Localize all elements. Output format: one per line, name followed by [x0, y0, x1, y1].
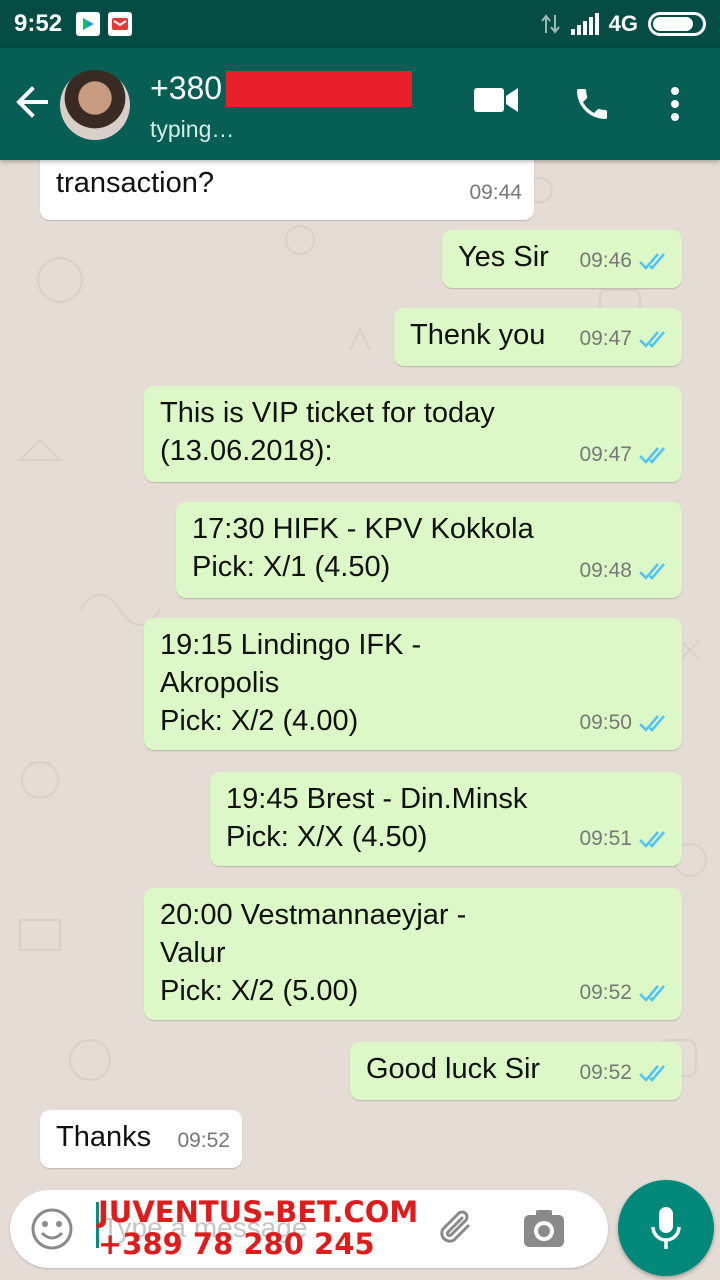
double-tick-icon — [639, 331, 665, 348]
status-bar: 9:52 4G — [0, 0, 720, 48]
message-text: 19:15 Lindingo IFK - Akropolis Pick: X/2… — [160, 629, 422, 737]
phone-icon[interactable] — [572, 84, 612, 129]
message-outgoing[interactable]: 19:45 Brest - Din.Minsk Pick: X/X (4.50)… — [210, 772, 682, 866]
message-outgoing[interactable]: Thenk you 09:47 — [394, 308, 682, 366]
double-tick-icon — [639, 253, 665, 270]
battery-icon — [648, 12, 706, 36]
video-call-icon[interactable] — [474, 84, 520, 121]
message-text: 19:45 Brest - Din.Minsk Pick: X/X (4.50) — [226, 783, 528, 853]
message-text: Yes Sir — [458, 241, 549, 273]
message-outgoing[interactable]: This is VIP ticket for today (13.06.2018… — [144, 386, 682, 482]
message-time: 09:52 — [579, 1061, 632, 1084]
message-outgoing[interactable]: Good luck Sir 09:52 — [350, 1042, 682, 1100]
double-tick-icon — [639, 1065, 665, 1082]
watermark-phone: +389 78 280 245 — [98, 1227, 375, 1261]
message-time: 09:52 — [579, 981, 632, 1004]
back-arrow-icon[interactable] — [14, 84, 50, 125]
chat-area[interactable]: Did you receive the transaction? 09:44 Y… — [0, 160, 720, 1190]
message-time: 09:48 — [579, 559, 632, 582]
message-text: Good luck Sir — [366, 1053, 541, 1085]
redaction-bar — [226, 70, 413, 107]
contact-title[interactable]: +380 — [150, 70, 413, 107]
chat-header: +380 typing… — [0, 48, 720, 160]
status-time: 9:52 — [14, 10, 63, 37]
message-time: 09:47 — [579, 443, 632, 466]
message-text: Did you receive the transaction? — [56, 160, 304, 199]
watermark-overlay: JUVENTUS-BET.COM +389 78 280 245 — [98, 1196, 418, 1260]
message-outgoing[interactable]: 19:15 Lindingo IFK - Akropolis Pick: X/2… — [144, 618, 682, 750]
double-tick-icon — [639, 715, 665, 732]
message-time: 09:52 — [177, 1129, 230, 1152]
double-tick-icon — [639, 563, 665, 580]
message-text: Thenk you — [410, 319, 546, 351]
mic-icon — [651, 1207, 681, 1249]
contact-status: typing… — [150, 116, 235, 142]
message-incoming[interactable]: Did you receive the transaction? 09:44 — [40, 160, 534, 220]
message-outgoing[interactable]: 17:30 HIFK - KPV Kokkola Pick: X/1 (4.50… — [176, 502, 682, 598]
mic-button[interactable] — [618, 1180, 714, 1276]
signal-icon — [570, 13, 599, 35]
emoji-icon[interactable] — [30, 1207, 74, 1256]
double-tick-icon — [639, 447, 665, 464]
message-time: 09:51 — [579, 827, 632, 850]
message-time: 09:44 — [469, 181, 522, 204]
message-text: This is VIP ticket for today (13.06.2018… — [160, 397, 495, 467]
more-vertical-icon[interactable] — [668, 86, 682, 127]
message-text: Thanks — [56, 1121, 152, 1153]
message-text: 17:30 HIFK - KPV Kokkola Pick: X/1 (4.50… — [192, 513, 534, 583]
message-time: 09:46 — [579, 249, 632, 272]
contact-number: +380 — [150, 70, 223, 106]
contact-avatar[interactable] — [60, 70, 130, 140]
data-arrows-icon — [540, 14, 560, 34]
watermark-site: JUVENTUS-BET.COM — [98, 1195, 419, 1229]
message-time: 09:50 — [579, 711, 632, 734]
camera-icon[interactable] — [522, 1209, 566, 1254]
message-text: 20:00 Vestmannaeyjar - Valur Pick: X/2 (… — [160, 899, 467, 1007]
message-time: 09:47 — [579, 327, 632, 350]
double-tick-icon — [639, 831, 665, 848]
play-store-notification-icon — [76, 12, 101, 36]
message-outgoing[interactable]: 20:00 Vestmannaeyjar - Valur Pick: X/2 (… — [144, 888, 682, 1020]
mail-notification-icon — [108, 12, 133, 36]
attach-icon[interactable] — [434, 1206, 480, 1257]
double-tick-icon — [639, 985, 665, 1002]
network-type: 4G — [608, 11, 638, 36]
message-incoming[interactable]: Thanks 09:52 — [40, 1110, 242, 1168]
message-outgoing[interactable]: Yes Sir 09:46 — [442, 230, 682, 288]
